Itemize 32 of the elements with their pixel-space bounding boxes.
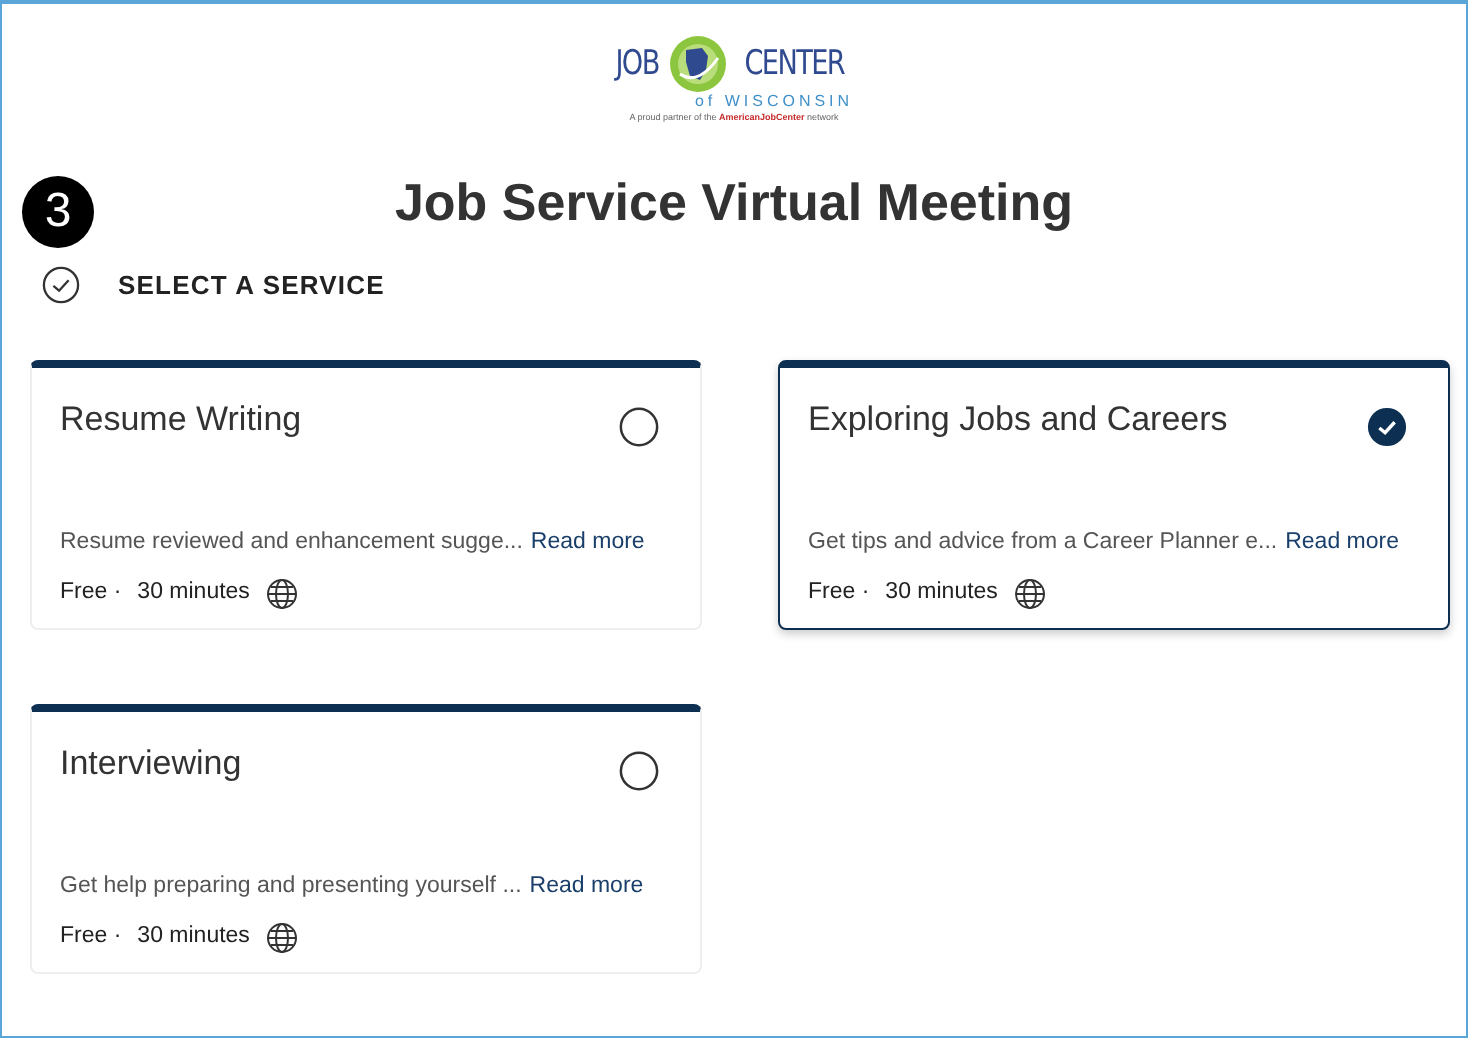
read-more-link[interactable]: Read more bbox=[529, 870, 644, 905]
duration-text: 30 minutes bbox=[137, 922, 250, 953]
service-card[interactable]: Interviewing Get help preparing and presenting yourself ... Read more Free · 30 minutes bbox=[30, 703, 702, 974]
service-name: Interviewing bbox=[60, 741, 242, 786]
globe-icon bbox=[265, 578, 298, 611]
price-text: Free · bbox=[60, 922, 122, 953]
radio-button[interactable] bbox=[618, 405, 660, 448]
service-name: Exploring Jobs and Careers bbox=[808, 397, 1228, 442]
section-heading: SELECT A SERVICE bbox=[118, 268, 385, 305]
service-card[interactable]: Exploring Jobs and Careers Get tips and advice from a Career Planner e... Read more Free · 30 minutes bbox=[778, 359, 1450, 630]
service-description: Get help preparing and presenting yourself ... bbox=[60, 872, 522, 903]
logo-text: CENTER bbox=[745, 47, 845, 82]
globe-icon bbox=[1013, 578, 1046, 611]
check-circle-icon bbox=[42, 266, 80, 305]
globe-icon bbox=[265, 922, 298, 955]
service-description: Resume reviewed and enhancement sugge... bbox=[60, 528, 523, 559]
logo-subtitle: of WISCONSIN bbox=[694, 94, 854, 113]
service-card[interactable]: Resume Writing Resume reviewed and enhancement sugge... Read more Free · 30 minutes bbox=[30, 359, 702, 630]
service-description: Get tips and advice from a Career Planner e... bbox=[808, 528, 1278, 559]
page-title: Job Service Virtual Meeting bbox=[394, 172, 1074, 235]
duration-text: 30 minutes bbox=[885, 578, 998, 609]
step-number: 3 bbox=[22, 176, 94, 248]
globe-logo-icon bbox=[668, 34, 729, 95]
read-more-link[interactable]: Read more bbox=[1285, 526, 1399, 561]
price-text: Free · bbox=[60, 578, 122, 609]
duration-text: 30 minutes bbox=[137, 578, 250, 609]
radio-button[interactable] bbox=[618, 749, 660, 792]
price-text: Free · bbox=[808, 578, 870, 609]
read-more-link[interactable]: Read more bbox=[530, 526, 645, 561]
logo-text: JOB bbox=[616, 47, 660, 82]
service-name: Resume Writing bbox=[60, 397, 302, 442]
radio-button[interactable] bbox=[1366, 405, 1408, 448]
